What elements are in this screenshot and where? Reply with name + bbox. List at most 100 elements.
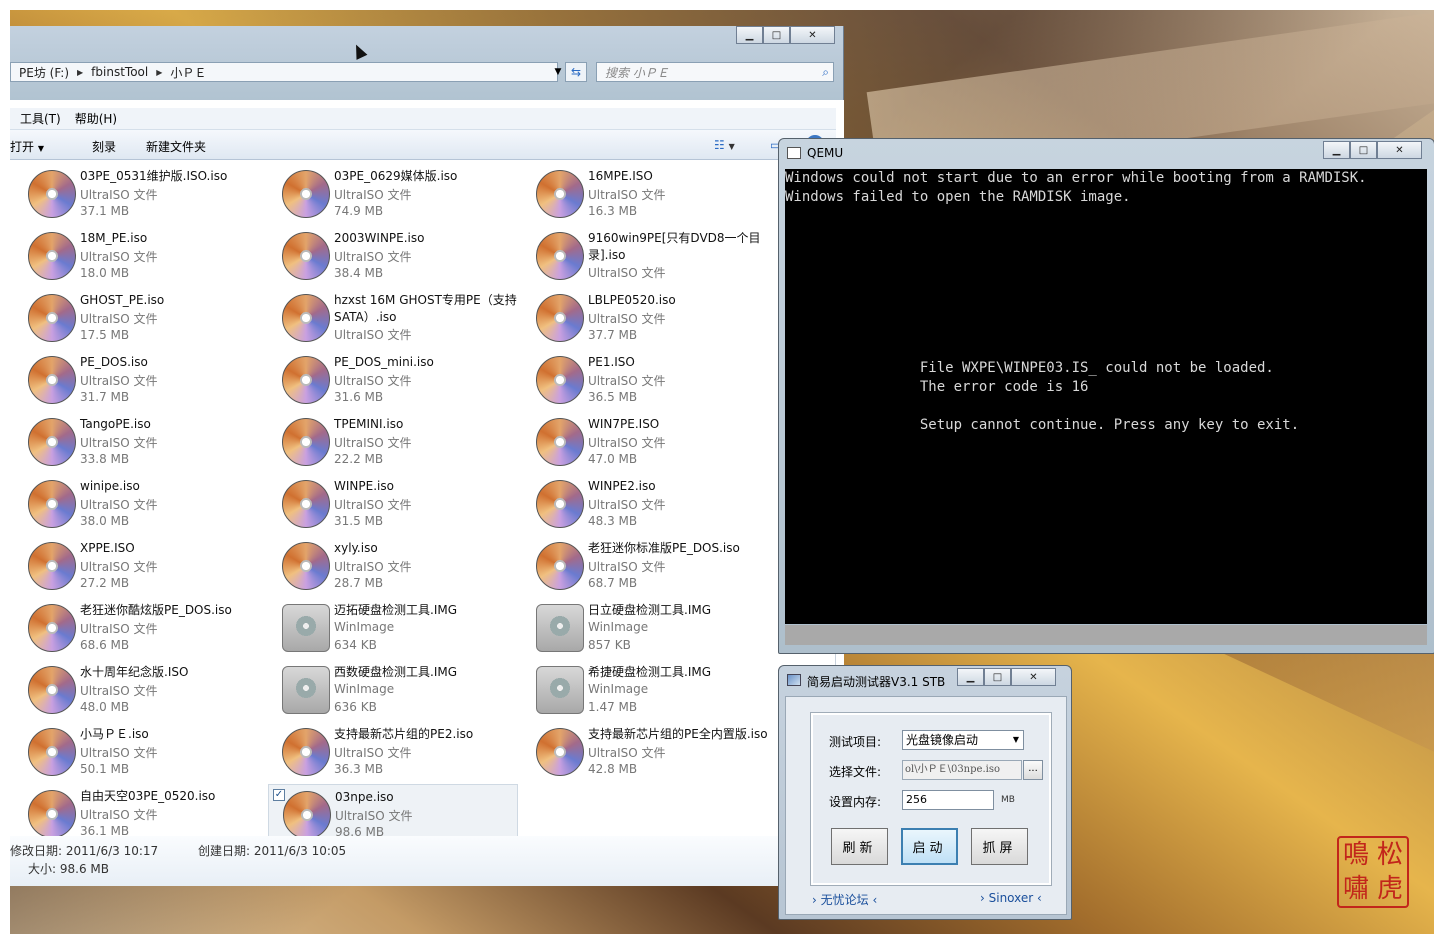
chevron-right-icon[interactable]: ▶ (77, 68, 83, 77)
file-item[interactable]: PE_DOS.iso UltraISO 文件 31.7 MB (14, 350, 264, 410)
file-item[interactable]: 老狂迷你标准版PE_DOS.iso UltraISO 文件 68.7 MB (522, 536, 772, 596)
search-icon[interactable]: ⌕ (822, 65, 829, 80)
minimize-button[interactable]: ▁ (957, 668, 984, 686)
file-item[interactable]: 支持最新芯片组的PE全内置版.iso UltraISO 文件 42.8 MB (522, 722, 772, 782)
maximize-button[interactable]: □ (1350, 141, 1377, 159)
memory-unit: MB (1001, 795, 1015, 805)
file-item[interactable]: winipe.iso UltraISO 文件 38.0 MB (14, 474, 264, 534)
close-button[interactable]: ✕ (1011, 668, 1056, 686)
refresh-button[interactable]: 刷新 (831, 828, 888, 865)
file-item[interactable]: xyly.iso UltraISO 文件 28.7 MB (268, 536, 518, 596)
file-name: 老狂迷你标准版PE_DOS.iso (588, 541, 740, 555)
memory-input[interactable]: 256 (902, 790, 994, 810)
file-path-field[interactable]: ol\小ＰＥ\03npe.iso (902, 760, 1022, 780)
file-type: UltraISO 文件 (80, 250, 158, 264)
file-size: 36.5 MB (588, 390, 638, 404)
file-size: 42.8 MB (588, 762, 638, 776)
file-item[interactable]: XPPE.ISO UltraISO 文件 27.2 MB (14, 536, 264, 596)
file-item[interactable]: 18M_PE.iso UltraISO 文件 18.0 MB (14, 226, 264, 286)
file-name: 支持最新芯片组的PE2.iso (334, 727, 474, 741)
file-size: 31.6 MB (334, 390, 384, 404)
test-item-label: 测试项目: (829, 735, 882, 749)
breadcrumb-item[interactable]: 小ＰＥ (170, 64, 206, 81)
file-name: winipe.iso (80, 479, 140, 493)
file-item[interactable]: 03PE_0531维护版.ISO.iso UltraISO 文件 37.1 MB (14, 164, 264, 224)
command-bar: 打开 ▼ 刻录 新建文件夹 ☷ ▼ ▭ ? (10, 130, 836, 160)
menu-help[interactable]: 帮助(H) (75, 110, 117, 127)
search-input[interactable]: 搜索 小ＰＥ ⌕ (596, 62, 834, 82)
disc-icon (28, 728, 76, 776)
file-item[interactable]: GHOST_PE.iso UltraISO 文件 17.5 MB (14, 288, 264, 348)
file-item[interactable]: LBLPE0520.iso UltraISO 文件 37.7 MB (522, 288, 772, 348)
file-name: 03PE_0531维护版.ISO.iso (80, 169, 228, 183)
file-item[interactable]: hzxst 16M GHOST专用PE（支持SATA）.iso UltraISO … (268, 288, 518, 348)
address-bar[interactable]: PE坊 (F:) ▶ fbinstTool ▶ 小ＰＥ (10, 62, 558, 82)
menu-tools[interactable]: 工具(T) (20, 110, 61, 127)
tester-body: 测试项目: 光盘镜像启动 选择文件: ol\小ＰＥ\03npe.iso ... … (785, 696, 1067, 915)
file-item[interactable]: PE_DOS_mini.iso UltraISO 文件 31.6 MB (268, 350, 518, 410)
capture-button[interactable]: 抓屏 (971, 828, 1028, 865)
file-item[interactable]: 水十周年纪念版.ISO UltraISO 文件 48.0 MB (14, 660, 264, 720)
new-folder-button[interactable]: 新建文件夹 (146, 138, 206, 155)
modified-date: 修改日期: 2011/6/3 10:17 (10, 844, 159, 858)
maximize-button[interactable]: □ (984, 668, 1011, 686)
breadcrumb-item[interactable]: PE坊 (F:) (19, 64, 69, 81)
chevron-right-icon[interactable]: ▶ (156, 68, 162, 77)
file-item[interactable]: WINPE2.iso UltraISO 文件 48.3 MB (522, 474, 772, 534)
test-item-select[interactable]: 光盘镜像启动 (902, 730, 1024, 750)
file-item[interactable]: 16MPE.ISO UltraISO 文件 16.3 MB (522, 164, 772, 224)
file-size: 68.7 MB (588, 576, 638, 590)
file-item[interactable]: 老狂迷你酷炫版PE_DOS.iso UltraISO 文件 68.6 MB (14, 598, 264, 658)
file-name: 03npe.iso (335, 790, 394, 804)
file-name: 18M_PE.iso (80, 231, 148, 245)
disc-icon (28, 480, 76, 528)
file-item[interactable]: 小马ＰＥ.iso UltraISO 文件 50.1 MB (14, 722, 264, 782)
file-item[interactable]: 03PE_0629媒体版.iso UltraISO 文件 74.9 MB (268, 164, 518, 224)
qemu-display[interactable]: Windows could not start due to an error … (785, 169, 1427, 624)
browse-button[interactable]: ... (1023, 760, 1043, 780)
start-button[interactable]: 启动 (901, 828, 958, 865)
file-item[interactable]: 2003WINPE.iso UltraISO 文件 38.4 MB (268, 226, 518, 286)
file-item[interactable]: WINPE.iso UltraISO 文件 31.5 MB (268, 474, 518, 534)
file-item[interactable]: 支持最新芯片组的PE2.iso UltraISO 文件 36.3 MB (268, 722, 518, 782)
file-item[interactable]: 迈拓硬盘检测工具.IMG WinImage 634 KB (268, 598, 518, 658)
chevron-down-icon: ▼ (37, 144, 44, 153)
minimize-button[interactable]: ▁ (1323, 141, 1350, 159)
maximize-button[interactable]: □ (763, 26, 790, 44)
file-size: 大小: 98.6 MB (28, 862, 109, 876)
file-item[interactable]: ✓ 03npe.iso UltraISO 文件 98.6 MB (268, 784, 518, 844)
file-type: UltraISO 文件 (588, 374, 666, 388)
burn-button[interactable]: 刻录 (92, 138, 116, 155)
file-type: UltraISO 文件 (80, 684, 158, 698)
file-item[interactable]: PE1.ISO UltraISO 文件 36.5 MB (522, 350, 772, 410)
file-size: 31.7 MB (80, 390, 130, 404)
file-item[interactable]: 西数硬盘检测工具.IMG WinImage 636 KB (268, 660, 518, 720)
forum-link[interactable]: › 无忧论坛 ‹ (812, 891, 877, 908)
file-item[interactable]: TangoPE.iso UltraISO 文件 33.8 MB (14, 412, 264, 472)
tester-title: 简易启动测试器V3.1 STB (807, 675, 946, 689)
checkbox-icon[interactable]: ✓ (273, 789, 285, 801)
disc-icon (282, 728, 330, 776)
close-button[interactable]: ✕ (790, 26, 835, 44)
file-item[interactable]: 自由天空03PE_0520.iso UltraISO 文件 36.1 MB (14, 784, 264, 844)
disc-icon (28, 356, 76, 404)
details-pane: 修改日期: 2011/6/3 10:17 创建日期: 2011/6/3 10:0… (10, 836, 836, 886)
file-size: 17.5 MB (80, 328, 130, 342)
file-item[interactable]: WIN7PE.ISO UltraISO 文件 47.0 MB (522, 412, 772, 472)
view-options-icon[interactable]: ☷ ▼ (714, 138, 735, 152)
file-size: 33.8 MB (80, 452, 130, 466)
file-type: WinImage (334, 620, 395, 634)
file-item[interactable]: 希捷硬盘检测工具.IMG WinImage 1.47 MB (522, 660, 772, 720)
close-button[interactable]: ✕ (1377, 141, 1422, 159)
file-name: GHOST_PE.iso (80, 293, 165, 307)
file-item[interactable]: 9160win9PE[只有DVD8一个目录].iso UltraISO 文件 (522, 226, 772, 286)
qemu-window: QEMU ▁ □ ✕ Windows could not start due t… (778, 138, 1434, 654)
refresh-icon[interactable]: ⇆ (565, 62, 587, 82)
open-button[interactable]: 打开 ▼ (10, 138, 44, 155)
file-item[interactable]: TPEMINI.iso UltraISO 文件 22.2 MB (268, 412, 518, 472)
file-size: 74.9 MB (334, 204, 384, 218)
file-item[interactable]: 日立硬盘检测工具.IMG WinImage 857 KB (522, 598, 772, 658)
breadcrumb-item[interactable]: fbinstTool (91, 65, 148, 79)
sinoxer-link[interactable]: › Sinoxer ‹ (980, 891, 1042, 905)
minimize-button[interactable]: ▁ (736, 26, 763, 44)
